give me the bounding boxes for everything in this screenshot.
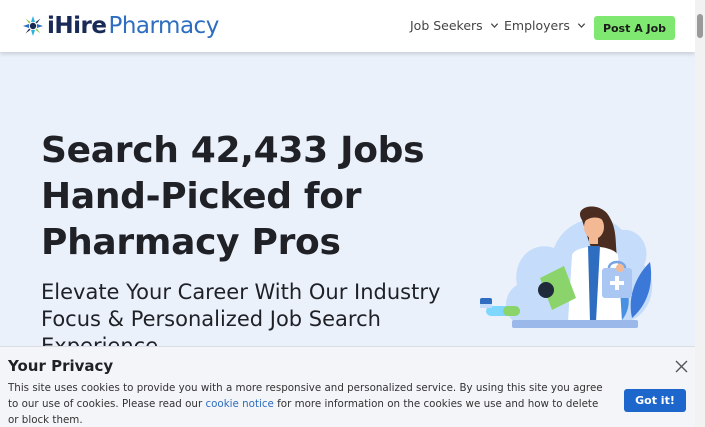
hero-subtitle-line-2: Focus & Personalized Job Search [41,307,381,331]
nav-employers[interactable]: Employers [504,18,586,33]
logo-product-text: Pharmacy [108,13,219,39]
logo-brand-text: iHire [47,13,107,39]
scrollbar-thumb[interactable] [697,14,703,38]
hero-title-line-2: Hand-Picked for [41,176,362,217]
close-icon[interactable] [675,360,688,373]
hero-title: Search 42,433 Jobs Hand-Picked for Pharm… [41,128,441,266]
site-header: iHire Pharmacy Job Seekers Employers Pos… [0,0,695,52]
post-a-job-button[interactable]: Post A Job [594,16,675,40]
hero-title-line-3: Pharmacy Pros [41,222,341,263]
nav-job-seekers-label: Job Seekers [410,18,483,33]
chevron-down-icon [490,23,498,29]
nav-employers-label: Employers [504,18,570,33]
ihire-pharmacy-logo[interactable]: iHire Pharmacy [22,10,219,42]
cookie-banner-text: This site uses cookies to provide you wi… [8,380,608,427]
nav-job-seekers[interactable]: Job Seekers [410,18,499,33]
hero-title-line-1: Search 42,433 Jobs [41,130,425,171]
hero-subtitle-line-1: Elevate Your Career With Our Industry [41,280,441,304]
pharmacist-illustration [480,206,653,328]
cookie-consent-banner: Your Privacy This site uses cookies to p… [0,346,695,427]
cookie-accept-button[interactable]: Got it! [624,389,686,412]
cookie-notice-link[interactable]: cookie notice [205,398,273,410]
page-scrollbar[interactable] [695,0,705,427]
cookie-banner-title: Your Privacy [8,357,114,375]
chevron-down-icon [577,23,585,29]
ihire-logo-mark-icon [23,16,43,36]
